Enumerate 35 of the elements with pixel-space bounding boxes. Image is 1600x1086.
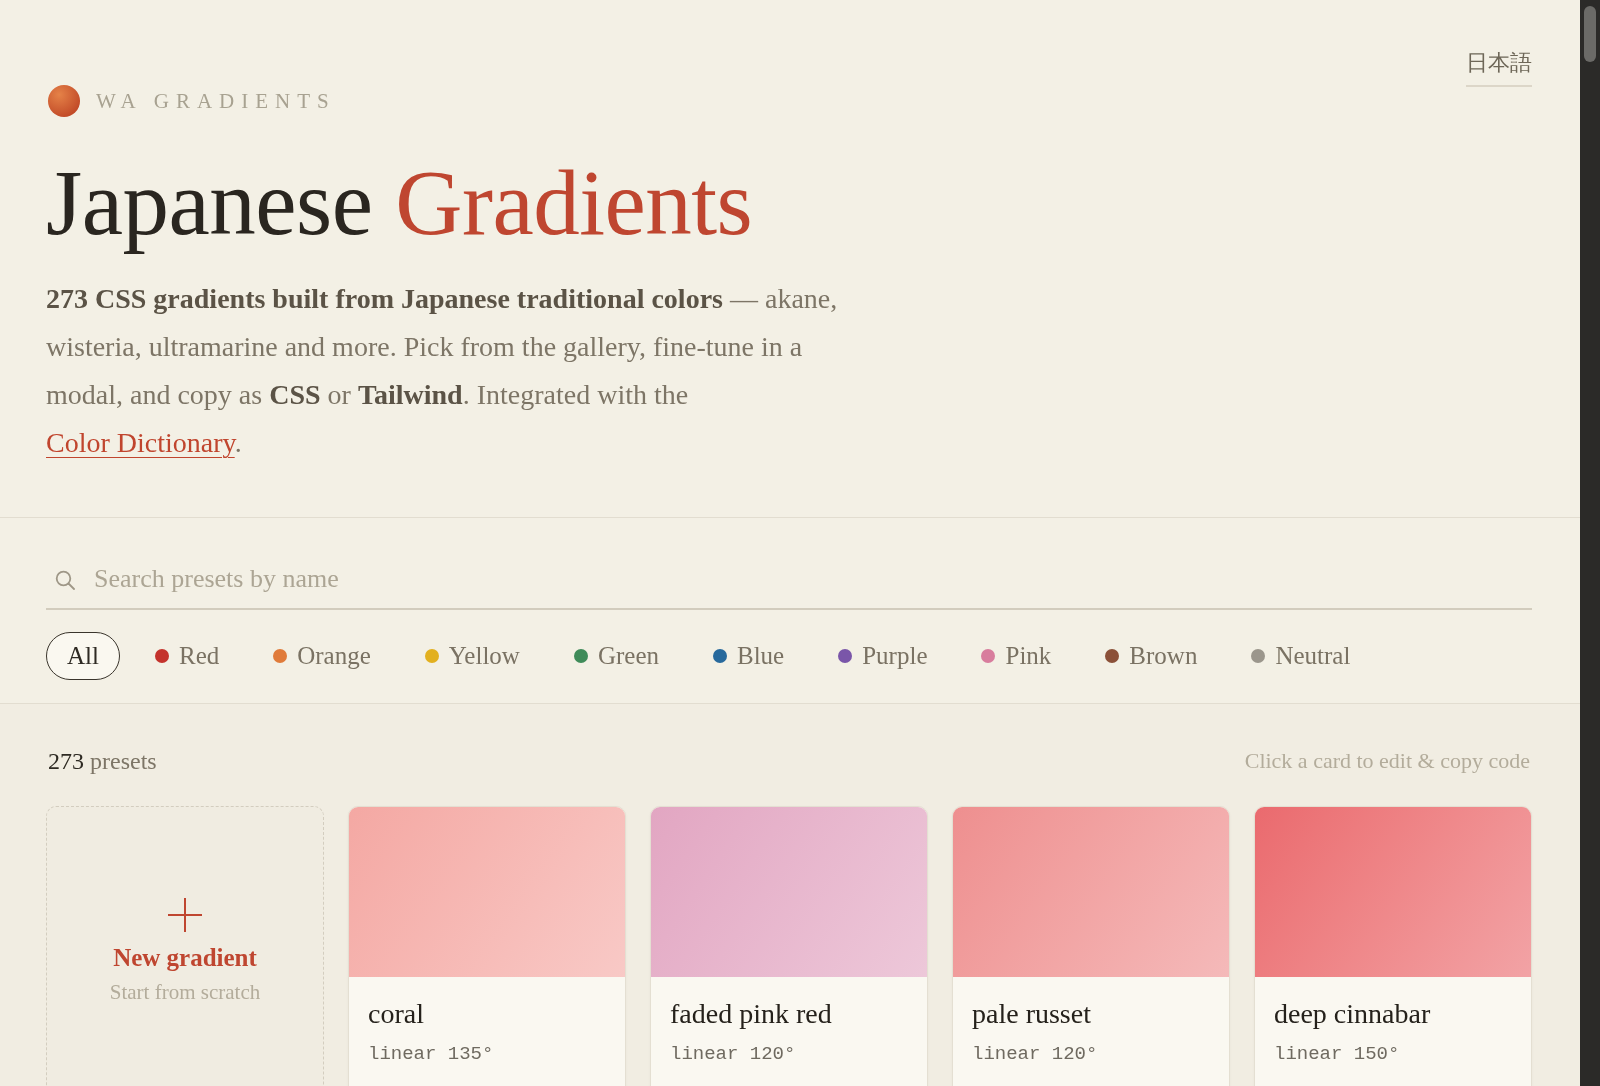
new-gradient-card[interactable]: New gradient Start from scratch bbox=[46, 806, 324, 1086]
filter-chip[interactable]: Blue bbox=[694, 632, 804, 680]
brand-name: WA GRADIENTS bbox=[96, 89, 336, 113]
hint-text: Click a card to edit & copy code bbox=[1244, 748, 1530, 774]
gradient-card[interactable]: deep cinnabar linear 150° bbox=[1254, 806, 1532, 1086]
plus-icon bbox=[168, 897, 202, 932]
preset-name: faded pink red bbox=[670, 997, 832, 1031]
preset-name: pale russet bbox=[972, 997, 1091, 1031]
gradient-card[interactable]: pale russet linear 120° bbox=[952, 806, 1230, 1086]
preset-name: deep cinnabar bbox=[1274, 997, 1431, 1031]
gradient-card[interactable]: faded pink red linear 120° bbox=[650, 806, 928, 1086]
language-link[interactable]: 日本語 bbox=[1466, 48, 1532, 87]
gradient-type: linear 135° bbox=[368, 1043, 494, 1065]
filter-chip[interactable]: Neutral bbox=[1232, 632, 1370, 680]
preset-name: coral bbox=[368, 997, 424, 1031]
filter-chip[interactable]: Yellow bbox=[405, 632, 539, 680]
search-field[interactable]: Search presets by name bbox=[46, 550, 1532, 610]
filter-chip[interactable]: Red bbox=[135, 632, 239, 680]
page-title: Japanese Gradients bbox=[46, 152, 753, 254]
filter-chip[interactable]: Green bbox=[554, 632, 678, 680]
gradient-card[interactable]: coral linear 135° bbox=[348, 806, 626, 1086]
filter-chip[interactable]: Purple bbox=[819, 632, 947, 680]
logo-icon bbox=[48, 85, 80, 117]
search-icon bbox=[55, 570, 75, 590]
filter-chip[interactable]: Pink bbox=[962, 632, 1071, 680]
gradient-type: linear 150° bbox=[1274, 1043, 1400, 1065]
intro-paragraph: 273 CSS gradients built from Japanese traditional colors — akane, wisteria, ultramarine and more. Pick from the gallery, fine-tune in a modal, and copy as CSS or Tailwind. Integrated with the Color Dictionary. bbox=[46, 282, 839, 460]
gradient-type: linear 120° bbox=[972, 1043, 1098, 1065]
color-dictionary-link[interactable]: Color Dictionary bbox=[46, 427, 235, 458]
scrollbar-thumb[interactable] bbox=[1584, 6, 1596, 62]
filter-chip[interactable]: All bbox=[46, 632, 120, 680]
gradient-type: linear 120° bbox=[670, 1043, 796, 1065]
filter-chip[interactable]: Orange bbox=[254, 632, 390, 680]
preset-count: 273 presets bbox=[48, 747, 157, 775]
filter-chip[interactable]: Brown bbox=[1086, 632, 1217, 680]
